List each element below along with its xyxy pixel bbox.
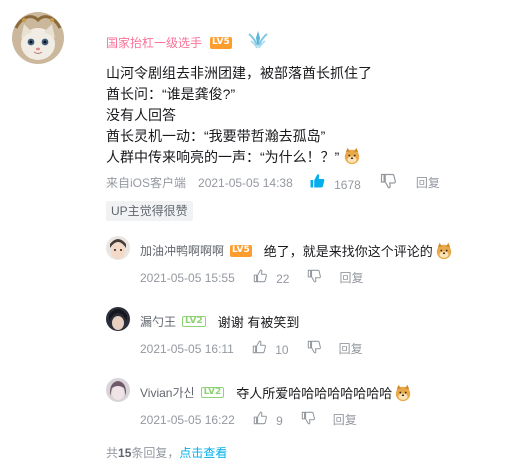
like-icon xyxy=(252,340,266,354)
like-count: 1678 xyxy=(334,178,361,192)
view-replies-link[interactable]: 点击查看 xyxy=(179,446,227,460)
reply-meta: 2021-05-05 16:22 9 回复 xyxy=(140,411,357,428)
reply-button[interactable]: 回复 xyxy=(339,269,363,286)
doge-emoji-icon xyxy=(435,242,453,260)
reply-summary-prefix: 共 xyxy=(106,446,119,460)
comment-line: 酋长灵机一动：“我要带哲瀚去孤岛” xyxy=(106,128,326,144)
reply-meta: 2021-05-05 15:55 22 回复 xyxy=(140,269,363,286)
reply-avatar[interactable] xyxy=(106,307,130,331)
reply-summary-suffix: 条回复， xyxy=(131,446,180,460)
reply-avatar[interactable] xyxy=(106,378,130,402)
avatar[interactable] xyxy=(12,12,64,64)
dislike-button[interactable] xyxy=(307,340,321,357)
reply-button[interactable]: 回复 xyxy=(339,340,363,357)
like-count: 9 xyxy=(276,414,283,428)
reply-summary: 共15条回复，点击查看 xyxy=(106,444,227,461)
level-badge: LV5 xyxy=(210,37,232,49)
reply-username[interactable]: 漏勺王 xyxy=(140,313,176,330)
reply-count: 15 xyxy=(118,446,132,460)
medal-icon xyxy=(246,28,270,57)
comment-meta: 来自iOS客户端 2021-05-05 14:38 1678 回复 xyxy=(106,173,440,192)
reply-button[interactable]: 回复 xyxy=(416,174,440,191)
like-button[interactable]: 9 xyxy=(253,411,283,428)
reply-time: 2021-05-05 16:11 xyxy=(140,341,234,356)
reply-avatar[interactable] xyxy=(106,236,130,260)
avatar-image xyxy=(106,307,130,331)
reply-meta: 2021-05-05 16:11 10 回复 xyxy=(140,340,363,357)
reply-time: 2021-05-05 16:22 xyxy=(140,412,235,427)
comment-line-text: 人群中传来响亮的一声：“为什么！？” xyxy=(106,149,340,165)
dislike-button[interactable] xyxy=(380,173,396,192)
like-icon xyxy=(253,411,267,425)
reply-text: 谢谢 有被笑到 xyxy=(217,315,300,330)
avatar-image xyxy=(106,236,130,260)
like-count: 10 xyxy=(275,343,289,357)
level-badge: LV5 xyxy=(230,244,252,257)
comment-source: 来自iOS客户端 xyxy=(106,176,187,190)
reply-text: 夺人所爱哈哈哈哈哈哈哈哈 xyxy=(236,386,393,401)
avatar-image xyxy=(106,378,130,402)
like-button[interactable]: 10 xyxy=(252,340,289,357)
comment-line: 山河令剧组去非洲团建，被部落酋长抓住了 xyxy=(106,65,372,81)
like-button[interactable]: 1678 xyxy=(309,173,361,192)
reply-header: 漏勺王 LV2 谢谢 有被笑到 xyxy=(140,312,299,331)
reply-header: Vivian가신 LV2 夺人所爱哈哈哈哈哈哈哈哈 xyxy=(140,383,412,402)
doge-emoji-icon xyxy=(343,147,361,165)
avatar-cat-image xyxy=(12,12,64,64)
comment-time: 2021-05-05 14:38 xyxy=(198,175,293,190)
comment-content: 山河令剧组去非洲团建，被部落酋长抓住了 酋长问：“谁是龚俊?” 没有人回答 酋长… xyxy=(106,63,486,168)
like-icon xyxy=(309,173,325,189)
like-button[interactable]: 22 xyxy=(253,269,290,286)
dislike-icon xyxy=(307,340,321,354)
comment-line: 酋长问：“谁是龚俊?” xyxy=(106,86,236,102)
reply-username[interactable]: Vivian가신 xyxy=(140,384,195,401)
comment-username[interactable]: 国家抬杠一级选手 xyxy=(106,34,202,51)
dislike-icon xyxy=(380,173,396,189)
reply-button[interactable]: 回复 xyxy=(333,411,357,428)
level-badge: LV2 xyxy=(182,316,206,327)
dislike-button[interactable] xyxy=(307,269,321,286)
dislike-icon xyxy=(307,269,321,283)
reply-text: 绝了，就是来找你这个评论的 xyxy=(263,244,433,259)
level-badge: LV2 xyxy=(200,387,225,398)
reply-time: 2021-05-05 15:55 xyxy=(140,270,235,285)
reply-username[interactable]: 加油冲鸭啊啊啊 xyxy=(140,242,224,259)
dislike-button[interactable] xyxy=(301,411,315,428)
comment-line: 人群中传来响亮的一声：“为什么！？” xyxy=(106,147,486,168)
like-icon xyxy=(253,269,267,283)
comment-line: 没有人回答 xyxy=(106,107,176,123)
up-liked-tag: UP主觉得很赞 xyxy=(106,201,193,221)
doge-emoji-icon xyxy=(394,384,412,402)
reply-header: 加油冲鸭啊啊啊 LV5 绝了，就是来找你这个评论的 xyxy=(140,241,453,260)
like-count: 22 xyxy=(276,272,290,286)
dislike-icon xyxy=(301,411,315,425)
